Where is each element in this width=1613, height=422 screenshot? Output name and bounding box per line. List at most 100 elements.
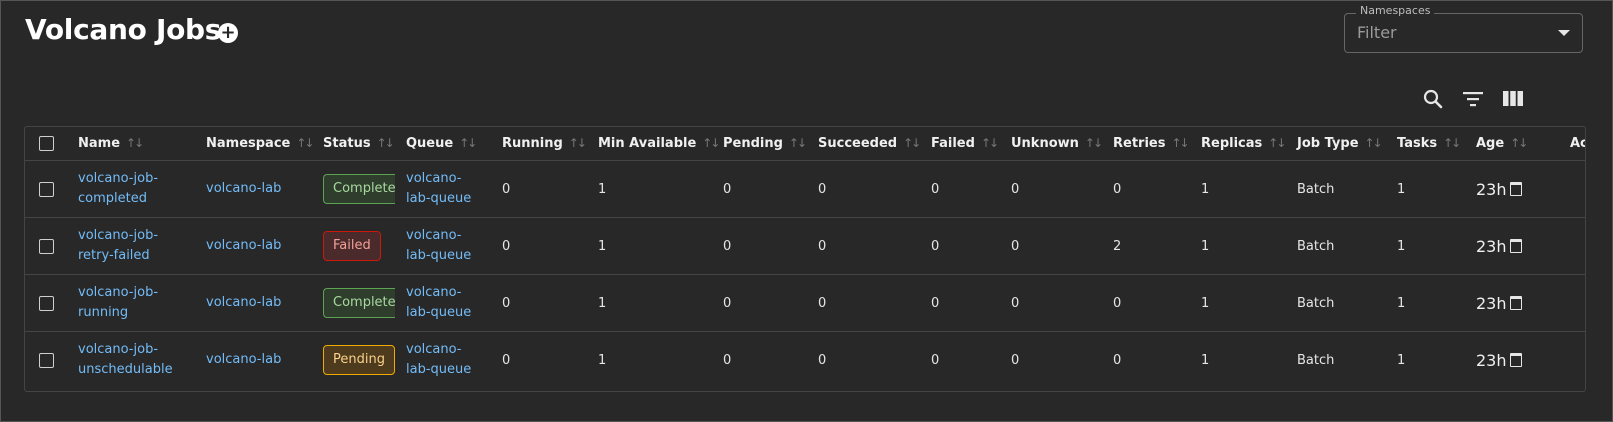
unknown-cell: 0 [1011, 352, 1020, 368]
sort-icon[interactable]: ↑↓ [126, 136, 144, 150]
sort-icon[interactable]: ↑↓ [377, 136, 395, 150]
sort-icon[interactable]: ↑↓ [1268, 136, 1286, 150]
row-checkbox[interactable] [39, 181, 54, 197]
calendar-icon [1509, 238, 1522, 253]
succeeded-cell: 0 [818, 217, 931, 275]
queue-link[interactable]: volcano-lab-queue [406, 340, 502, 380]
job-name-link[interactable]: volcano-job-completed [78, 169, 206, 209]
status-badge: Pending [323, 345, 395, 375]
table-row: volcano-job-retry-failed volcano-lab Fai… [25, 217, 1585, 275]
column-header-name[interactable]: Name ↑↓ [78, 127, 206, 161]
column-header-tasks[interactable]: Tasks ↑↓ [1397, 127, 1476, 161]
unknown-cell: 0 [1011, 160, 1113, 218]
column-header-replicas[interactable]: Replicas ↑↓ [1201, 127, 1297, 161]
column-header-running[interactable]: Running ↑↓ [502, 127, 598, 161]
column-header-unknown[interactable]: Unknown ↑↓ [1011, 127, 1113, 161]
namespace-link[interactable]: volcano-lab [206, 181, 281, 196]
running-cell: 0 [502, 217, 598, 275]
job-name-link[interactable]: volcano-job-retry-failed [78, 226, 206, 266]
failed-cell: 0 [931, 274, 1011, 332]
tasks-cell: 1 [1397, 160, 1476, 218]
table-header-row: Name ↑↓ Namespace ↑↓ Status ↑↓ Queue ↑↓ Runn… [25, 127, 1585, 161]
column-header-queue[interactable]: Queue ↑↓ [406, 127, 502, 161]
sort-icon[interactable]: ↑↓ [1510, 136, 1528, 150]
table-row: volcano-job-running volcano-lab Complete… [25, 274, 1585, 332]
min-available-cell: 1 [598, 160, 723, 218]
failed-cell: 0 [931, 217, 1011, 275]
job-name-link[interactable]: volcano-job-unschedulable [78, 340, 206, 380]
columns-icon[interactable] [1500, 86, 1526, 112]
sort-icon[interactable]: ↑↓ [981, 136, 999, 150]
column-header-failed[interactable]: Failed ↑↓ [931, 127, 1011, 161]
queue-link[interactable]: volcano-lab-queue [406, 226, 502, 266]
namespace-link[interactable]: volcano-lab [206, 238, 281, 253]
table-row: volcano-job-completed volcano-lab Comple… [25, 160, 1585, 218]
age-value: 23h [1476, 236, 1507, 256]
pending-cell: 0 [723, 217, 818, 275]
retries-cell: 0 [1113, 160, 1201, 218]
pending-cell: 0 [723, 160, 818, 218]
age-value: 23h [1476, 293, 1507, 313]
page-title: Volcano Jobs [25, 13, 222, 46]
pending-cell: 0 [723, 352, 732, 368]
sort-icon[interactable]: ↑↓ [1443, 136, 1461, 150]
min-available-cell: 1 [598, 217, 723, 275]
column-header-age[interactable]: Age ↑↓ [1476, 127, 1570, 161]
tasks-cell: 1 [1397, 217, 1476, 275]
unknown-cell: 0 [1011, 274, 1113, 332]
namespaces-select[interactable] [1344, 13, 1583, 53]
queue-link[interactable]: volcano-lab-queue [406, 283, 502, 323]
column-header-min-available[interactable]: Min Available ↑↓ [598, 127, 723, 161]
age-value: 23h [1476, 179, 1507, 199]
sort-icon[interactable]: ↑↓ [1365, 136, 1383, 150]
status-badge: Completed [323, 288, 395, 318]
column-header-retries[interactable]: Retries ↑↓ [1113, 127, 1201, 161]
pending-cell: 0 [723, 274, 818, 332]
chevron-down-icon[interactable] [1558, 30, 1570, 36]
column-header-actions: Actions [1570, 127, 1585, 161]
namespaces-filter-input[interactable] [1357, 23, 1537, 42]
sort-icon[interactable]: ↑↓ [903, 136, 921, 150]
job-type-cell: Batch [1297, 352, 1335, 368]
namespace-link[interactable]: volcano-lab [206, 295, 281, 310]
sort-icon[interactable]: ↑↓ [459, 136, 477, 150]
row-checkbox[interactable] [39, 295, 54, 311]
column-header-namespace[interactable]: Namespace ↑↓ [206, 127, 323, 161]
retries-cell: 0 [1113, 352, 1122, 368]
sort-icon[interactable]: ↑↓ [1085, 136, 1103, 150]
column-header-pending[interactable]: Pending ↑↓ [723, 127, 818, 161]
sort-icon[interactable]: ↑↓ [1171, 136, 1189, 150]
retries-cell: 0 [1113, 274, 1201, 332]
search-icon[interactable] [1420, 86, 1446, 112]
sort-icon[interactable]: ↑↓ [789, 136, 807, 150]
column-header-succeeded[interactable]: Succeeded ↑↓ [818, 127, 931, 161]
failed-cell: 0 [931, 352, 940, 368]
column-header-job-type[interactable]: Job Type ↑↓ [1297, 127, 1397, 161]
filter-icon[interactable] [1460, 86, 1486, 112]
min-available-cell: 1 [598, 352, 607, 368]
replicas-cell: 1 [1201, 352, 1210, 368]
jobs-table: Name ↑↓ Namespace ↑↓ Status ↑↓ Queue ↑↓ Runn… [24, 126, 1586, 392]
failed-cell: 0 [931, 160, 1011, 218]
sort-icon[interactable]: ↑↓ [569, 136, 587, 150]
tasks-cell: 1 [1397, 274, 1476, 332]
sort-icon[interactable]: ↑↓ [296, 136, 314, 150]
select-all-checkbox[interactable] [39, 136, 54, 151]
column-header-status[interactable]: Status ↑↓ [323, 127, 406, 161]
queue-link[interactable]: volcano-lab-queue [406, 169, 502, 209]
namespaces-label: Namespaces [1356, 4, 1435, 17]
table-row: volcano-job-unschedulable volcano-lab Pe… [25, 332, 1585, 389]
age-value: 23h [1476, 350, 1507, 370]
min-available-cell: 1 [598, 274, 723, 332]
sort-icon[interactable]: ↑↓ [702, 136, 720, 150]
status-badge: Completed [323, 174, 395, 204]
namespace-link[interactable]: volcano-lab [206, 352, 281, 367]
calendar-icon [1509, 352, 1522, 367]
row-checkbox[interactable] [39, 238, 54, 254]
row-checkbox[interactable] [39, 352, 54, 368]
job-name-link[interactable]: volcano-job-running [78, 283, 206, 323]
job-type-cell: Batch [1297, 217, 1397, 275]
job-type-cell: Batch [1297, 160, 1397, 218]
job-type-cell: Batch [1297, 274, 1397, 332]
add-job-button[interactable]: + [218, 23, 238, 43]
